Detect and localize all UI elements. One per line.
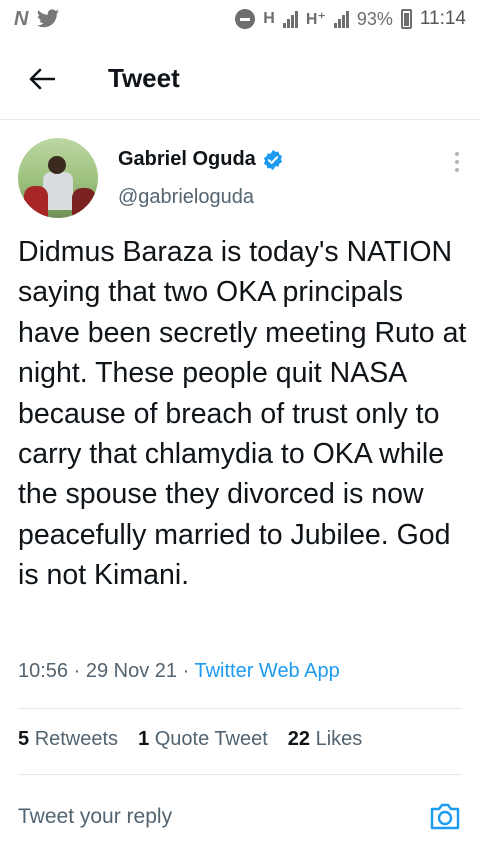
reply-bar: Tweet your reply bbox=[0, 775, 480, 854]
quote-tweets-count: 1 bbox=[138, 728, 150, 750]
quote-tweets-label: Quote Tweet bbox=[154, 728, 268, 750]
page-title: Tweet bbox=[108, 63, 180, 93]
app-bar: Tweet bbox=[0, 38, 480, 120]
status-right: H H⁺ 93% 11:14 bbox=[235, 8, 466, 30]
signal-icon bbox=[282, 10, 298, 28]
network-type-2: H⁺ bbox=[305, 11, 326, 28]
likes-label: Likes bbox=[315, 728, 363, 750]
battery-percent: 93% bbox=[356, 8, 393, 29]
retweets-label: Retweets bbox=[34, 728, 119, 750]
network-type-1: H bbox=[263, 10, 275, 27]
tweet-author: Gabriel Oguda @gabrieloguda bbox=[18, 138, 468, 218]
signal-icon-2 bbox=[333, 10, 349, 28]
camera-icon[interactable] bbox=[428, 799, 462, 833]
author-name-row[interactable]: Gabriel Oguda bbox=[118, 148, 284, 171]
tweet-source-link[interactable]: Twitter Web App bbox=[194, 660, 339, 682]
divider bbox=[18, 708, 462, 709]
likes-stat[interactable]: 22 Likes bbox=[288, 728, 363, 751]
more-options-icon[interactable] bbox=[454, 152, 460, 172]
do-not-disturb-icon bbox=[235, 9, 256, 29]
author-handle[interactable]: @gabrieloguda bbox=[118, 186, 254, 209]
arrow-left-icon bbox=[29, 68, 55, 89]
meta-separator-2: · bbox=[182, 660, 190, 682]
verified-badge-icon bbox=[263, 149, 282, 170]
tweet-meta: 10:56 · 29 Nov 21 · Twitter Web App bbox=[18, 660, 340, 683]
tweet-text: Didmus Baraza is today's NATION saying t… bbox=[18, 236, 467, 592]
twitter-bird-icon bbox=[37, 9, 60, 28]
clock: 11:14 bbox=[419, 8, 466, 29]
tweet-time: 10:56 bbox=[18, 660, 69, 682]
tweet-date: 29 Nov 21 bbox=[85, 660, 178, 682]
reply-input[interactable]: Tweet your reply bbox=[18, 805, 172, 829]
retweets-stat[interactable]: 5 Retweets bbox=[18, 728, 118, 751]
author-name[interactable]: Gabriel Oguda bbox=[118, 148, 256, 171]
back-button[interactable] bbox=[22, 59, 62, 99]
status-left: N bbox=[14, 8, 60, 31]
avatar[interactable] bbox=[18, 138, 98, 218]
tweet-stats: 5 Retweets 1 Quote Tweet 22 Likes bbox=[18, 728, 362, 751]
status-bar: N H H⁺ 93% 11:14 bbox=[0, 0, 480, 38]
n-app-icon: N bbox=[14, 7, 29, 30]
quote-tweets-stat[interactable]: 1 Quote Tweet bbox=[138, 728, 268, 751]
retweets-count: 5 bbox=[18, 728, 30, 750]
meta-separator: · bbox=[73, 660, 81, 682]
likes-count: 22 bbox=[287, 728, 311, 750]
battery-icon bbox=[400, 9, 412, 29]
